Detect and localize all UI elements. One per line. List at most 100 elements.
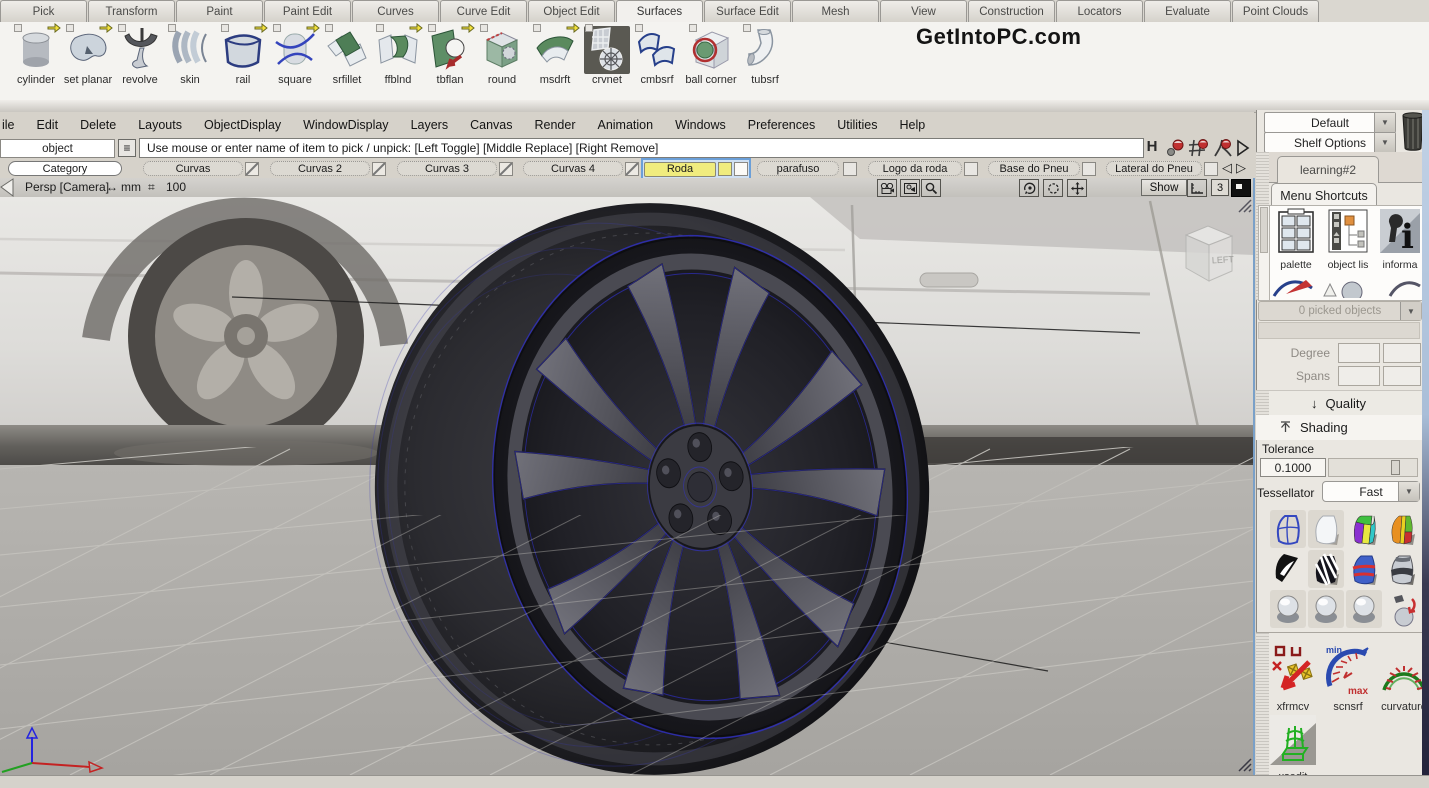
object-name-field[interactable] [1258, 322, 1420, 339]
tool-ffblnd[interactable]: ffblnd [372, 26, 424, 86]
prompt-list-icon[interactable]: ≡ [118, 139, 136, 157]
option-box[interactable] [635, 24, 643, 32]
tool-skin[interactable]: skin [164, 26, 216, 86]
menu-utilities[interactable]: Utilities [826, 118, 888, 132]
option-box[interactable] [168, 24, 176, 32]
grid-snap-icon[interactable] [1188, 138, 1210, 158]
layer-roda-chip[interactable] [734, 162, 748, 176]
spans-field-2[interactable] [1383, 366, 1421, 386]
option-box[interactable] [273, 24, 281, 32]
layer-parafuso[interactable]: parafuso [757, 161, 839, 176]
point-snap-icon[interactable] [1164, 138, 1186, 158]
shade-wireframe-tile[interactable] [1270, 510, 1306, 548]
spans-field-1[interactable] [1338, 366, 1380, 386]
shelf-set-select[interactable]: Default ▼ [1264, 112, 1396, 133]
tool-information[interactable]: i informa [1376, 208, 1424, 271]
tool-square[interactable]: square [269, 26, 321, 86]
perspective-viewport[interactable]: LEFT [0, 197, 1254, 775]
option-box[interactable] [118, 24, 126, 32]
prompt-input[interactable] [139, 138, 1144, 158]
tool-round[interactable]: round [476, 26, 528, 86]
layer-curvas2-chip[interactable] [372, 162, 386, 176]
menu-canvas[interactable]: Canvas [459, 118, 523, 132]
layer-lateral-do-pneu[interactable]: Lateral do Pneu [1106, 161, 1202, 176]
chevron-down-icon[interactable]: ▼ [1374, 133, 1395, 152]
tool-revolve[interactable]: revolve [114, 26, 166, 86]
pan-icon[interactable] [1067, 179, 1087, 197]
chevron-down-icon[interactable]: ▼ [1374, 113, 1395, 132]
history-icon[interactable]: H [1144, 138, 1160, 157]
panel-scrollbar-edge[interactable] [1422, 110, 1429, 787]
viewport-units[interactable]: mm [121, 180, 141, 194]
tab-surface-edit[interactable]: Surface Edit [704, 0, 791, 22]
viewport-corner-icon[interactable] [0, 178, 14, 197]
tab-evaluate[interactable]: Evaluate [1144, 0, 1231, 22]
tab-pick[interactable]: Pick [0, 0, 87, 22]
layer-curvas2[interactable]: Curvas 2 [270, 161, 370, 176]
menu-objectdisplay[interactable]: ObjectDisplay [193, 118, 292, 132]
menu-animation[interactable]: Animation [586, 118, 664, 132]
viewport-resize-icon-bottom[interactable] [1238, 758, 1252, 772]
tool-crvnet[interactable]: crvnet [581, 26, 633, 86]
degree-field-2[interactable] [1383, 343, 1421, 363]
tab-paint[interactable]: Paint [176, 0, 263, 22]
show-button[interactable]: Show [1141, 179, 1187, 196]
grid-spacing-value[interactable]: 100 [166, 180, 186, 194]
option-box[interactable] [480, 24, 488, 32]
menu-preferences[interactable]: Preferences [737, 118, 826, 132]
render-sphere-2-tile[interactable] [1308, 590, 1344, 628]
slider-thumb[interactable] [1391, 460, 1400, 475]
tool-tbflan[interactable]: tbflan [424, 26, 476, 86]
zoom-icon[interactable] [921, 179, 941, 197]
chevron-down-icon[interactable]: ▼ [1400, 302, 1421, 320]
option-box[interactable] [325, 24, 333, 32]
scrollbar-thumb[interactable] [1260, 207, 1268, 253]
shade-flat-tile[interactable] [1308, 510, 1344, 548]
tab-curves[interactable]: Curves [352, 0, 439, 22]
shade-curvature-tile[interactable] [1270, 550, 1306, 588]
shading-section-header[interactable]: Shading [1256, 415, 1429, 440]
layer-curvas3[interactable]: Curvas 3 [397, 161, 497, 176]
tab-locators[interactable]: Locators [1056, 0, 1143, 22]
tool-xfrmcv[interactable]: xfrmcv [1269, 644, 1317, 713]
layer-curvas4-chip[interactable] [625, 162, 639, 176]
layer-scroll-arrows[interactable]: ◁▷ [1222, 160, 1250, 176]
shade-highlight-tile[interactable] [1346, 550, 1382, 588]
tool-rail[interactable]: rail [217, 26, 269, 86]
tolerance-field[interactable]: 0.1000 [1260, 458, 1326, 477]
panel-drag-strip[interactable] [1256, 633, 1269, 787]
shade-striped-tile[interactable] [1384, 510, 1420, 548]
option-box[interactable] [743, 24, 751, 32]
option-box[interactable] [428, 24, 436, 32]
pick-mode-select[interactable]: object [0, 139, 115, 158]
option-box[interactable] [376, 24, 384, 32]
render-sphere-1-tile[interactable] [1270, 590, 1306, 628]
curve-snap-icon[interactable] [1212, 138, 1234, 158]
layer-base-do-pneu[interactable]: Base do Pneu [988, 161, 1080, 176]
menu-windows[interactable]: Windows [664, 118, 737, 132]
tab-learning2[interactable]: learning#2 [1277, 156, 1379, 183]
promptline-expand-icon[interactable] [1236, 139, 1250, 157]
tab-object-edit[interactable]: Object Edit [528, 0, 615, 22]
tab-construction[interactable]: Construction [968, 0, 1055, 22]
layer-base-chip[interactable] [1082, 162, 1096, 176]
option-box[interactable] [585, 24, 593, 32]
shade-zebra-tile[interactable] [1308, 550, 1344, 588]
menu-help[interactable]: Help [889, 118, 937, 132]
shortcuts-scrollbar[interactable] [1258, 205, 1270, 301]
tool-object-lister[interactable]: object lis [1324, 208, 1372, 271]
tab-transform[interactable]: Transform [88, 0, 175, 22]
quality-section-header[interactable]: ↓ Quality [1256, 390, 1429, 416]
camera-icon[interactable] [877, 179, 897, 197]
layer-roda[interactable]: Roda [644, 162, 716, 177]
option-box[interactable] [221, 24, 229, 32]
menu-layers[interactable]: Layers [400, 118, 460, 132]
tool-set-planar[interactable]: set planar [62, 26, 114, 86]
tab-surfaces[interactable]: Surfaces [616, 0, 703, 22]
menu-windowdisplay[interactable]: WindowDisplay [292, 118, 399, 132]
shelf-options-select[interactable]: Shelf Options ▼ [1264, 132, 1396, 153]
option-box[interactable] [533, 24, 541, 32]
tool-xsedit[interactable]: xsedit [1269, 714, 1317, 783]
option-box[interactable] [66, 24, 74, 32]
render-spray-tile[interactable] [1384, 590, 1420, 628]
